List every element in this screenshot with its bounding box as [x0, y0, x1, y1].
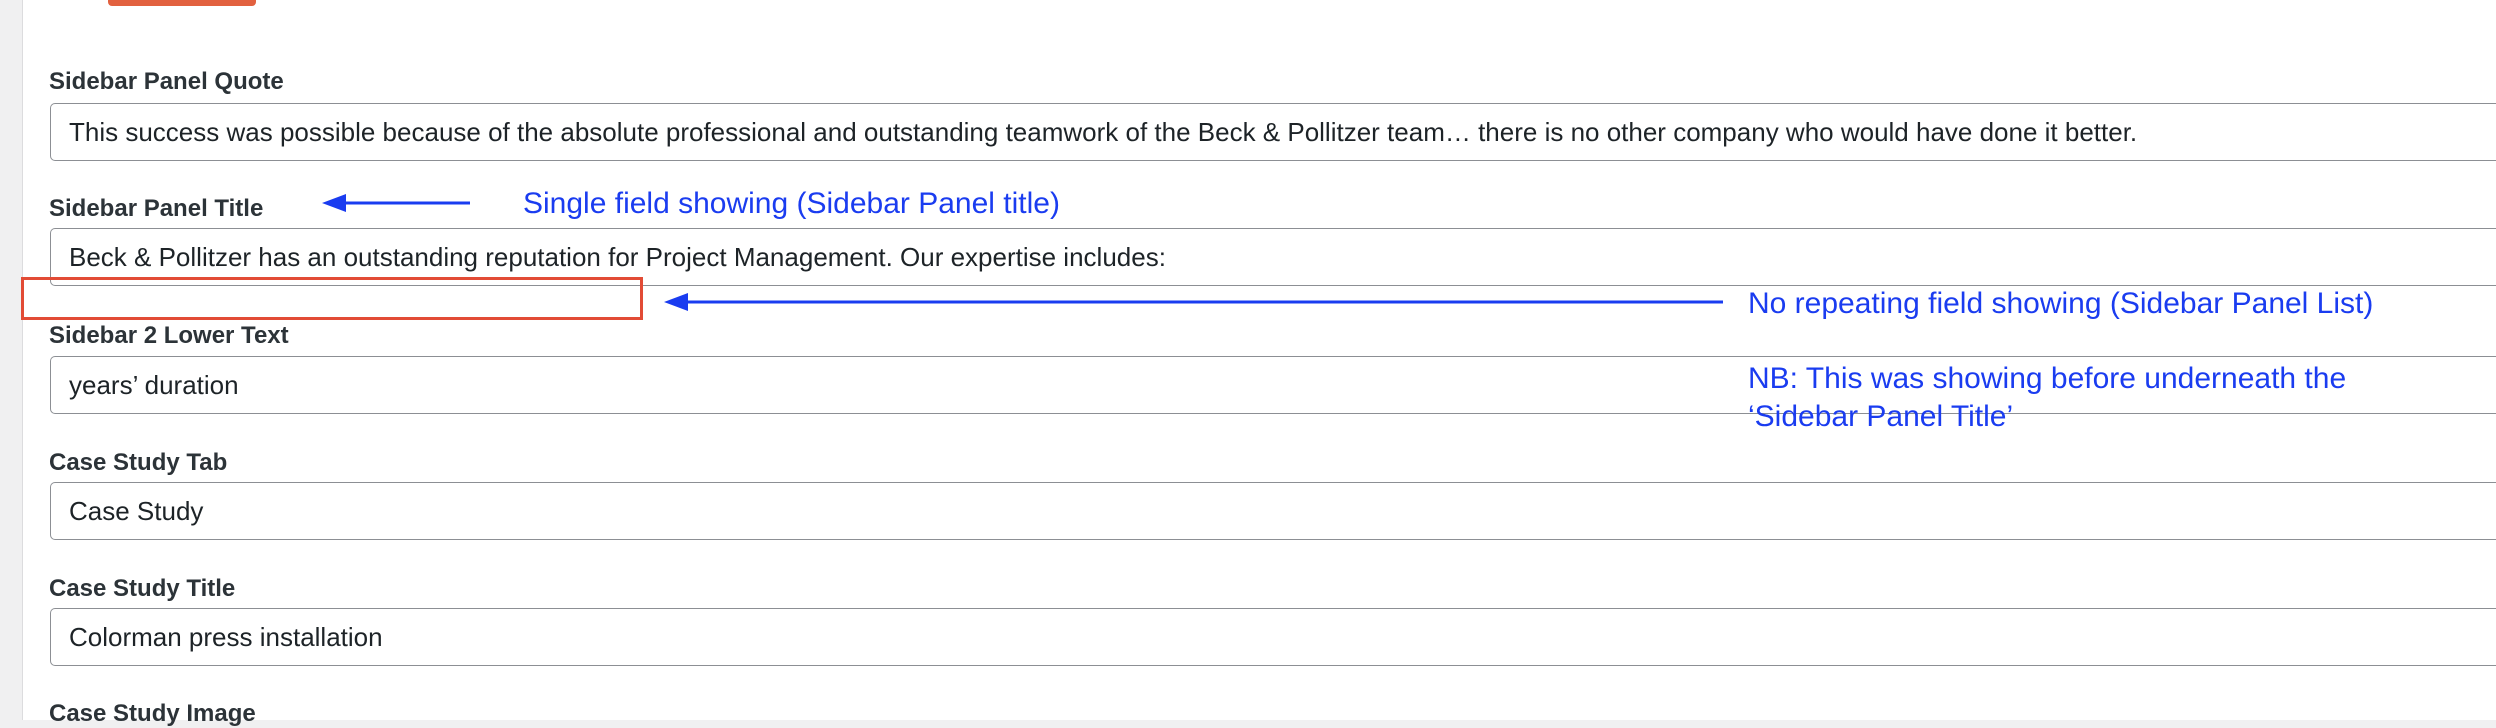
arrow-to-missing-field — [664, 293, 1723, 311]
annotation-single-field: Single field showing (Sidebar Panel titl… — [523, 187, 1060, 220]
annotation-note-line2: ‘Sidebar Panel Title’ — [1748, 400, 2014, 433]
annotation-note-line1: NB: This was showing before underneath t… — [1748, 362, 2347, 395]
annotation-no-repeating-field: No repeating field showing (Sidebar Pane… — [1748, 287, 2374, 320]
annotation-arrows — [322, 194, 1723, 311]
arrow-to-panel-title — [322, 194, 470, 212]
